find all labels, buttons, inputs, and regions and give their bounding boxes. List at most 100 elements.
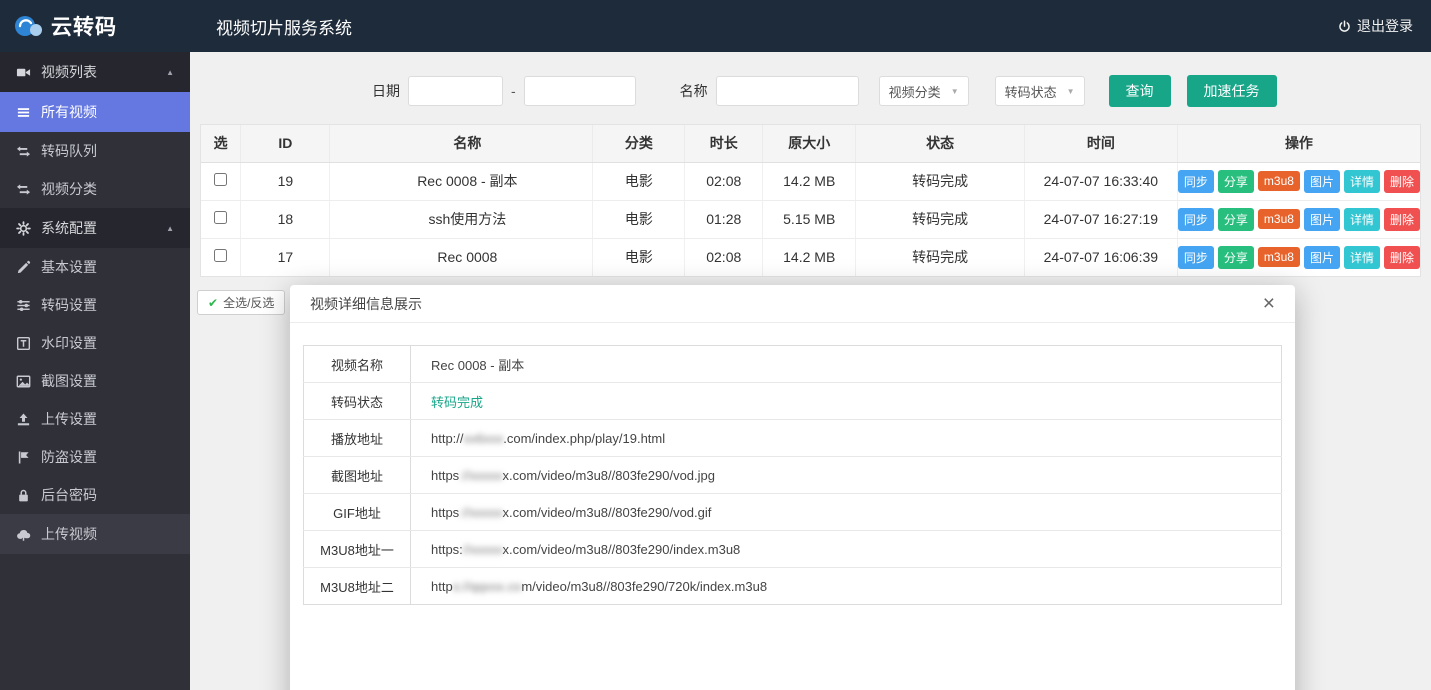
sidebar-item-label: 转码队列	[41, 143, 97, 159]
image-icon	[16, 374, 31, 389]
column-header: 分类	[592, 125, 686, 163]
sidebar-item-basic-settings[interactable]: 基本设置	[0, 248, 190, 286]
sidebar-item-admin-password[interactable]: 后台密码	[0, 476, 190, 514]
blurred-url-part: xx6xxx	[463, 430, 504, 446]
gear-icon	[16, 220, 31, 236]
sidebar-item-upload-video[interactable]: 上传视频	[0, 514, 190, 554]
table-row: 17 Rec 0008 电影 02:08 14.2 MB 转码完成 24-07-…	[201, 238, 1420, 276]
sync-button[interactable]: 同步	[1177, 245, 1214, 269]
app-title: 视频切片服务系统	[216, 18, 352, 38]
cell-duration: 01:28	[684, 200, 764, 239]
query-button[interactable]: 查询	[1108, 75, 1171, 107]
detail-row: 截图地址 https://xxxxxx.com/video/m3u8//803f…	[303, 456, 1282, 494]
cell-status: 转码完成	[855, 162, 1025, 201]
image-button[interactable]: 图片	[1303, 207, 1340, 231]
detail-value: 转码完成	[410, 382, 1282, 420]
blurred-url-part: ://xxxxx	[459, 467, 503, 483]
column-header: 时长	[684, 125, 764, 163]
delete-button[interactable]: 删除	[1383, 245, 1420, 269]
upload-icon	[16, 412, 31, 427]
list-icon	[16, 105, 31, 120]
detail-label: M3U8地址二	[303, 567, 411, 605]
sidebar-item-all-videos[interactable]: 所有视频	[0, 92, 190, 132]
detail-label: 视频名称	[303, 345, 411, 383]
chevron-down-icon: ▼	[950, 86, 959, 96]
detail-button[interactable]: 详情	[1343, 245, 1380, 269]
check-icon: ✔	[208, 295, 219, 310]
chevron-down-icon: ▼	[1066, 86, 1075, 96]
share-button[interactable]: 分享	[1217, 169, 1254, 193]
exchange-icon	[16, 144, 31, 159]
sidebar-item-transcode-queue[interactable]: 转码队列	[0, 132, 190, 170]
filter-bar: 日期 - 名称 视频分类 ▼ 转码状态 ▼ 查询 加速任务	[190, 52, 1431, 107]
sliders-icon	[16, 298, 31, 313]
m3u8-button[interactable]: m3u8	[1257, 171, 1300, 191]
sync-button[interactable]: 同步	[1177, 169, 1214, 193]
detail-button[interactable]: 详情	[1343, 169, 1380, 193]
row-checkbox[interactable]	[214, 173, 228, 186]
cell-size: 14.2 MB	[762, 238, 857, 276]
logo-text: 云转码	[51, 16, 117, 39]
detail-table: 视频名称 Rec 0008 - 副本 转码状态 转码完成 播放地址 http://x…	[303, 345, 1282, 605]
column-header: 状态	[855, 125, 1025, 163]
table-row: 18 ssh使用方法 电影 01:28 5.15 MB 转码完成 24-07-0…	[201, 200, 1420, 239]
close-icon[interactable]: ×	[1263, 293, 1275, 314]
status-select[interactable]: 转码状态 ▼	[994, 76, 1085, 106]
password-icon	[16, 488, 31, 503]
sidebar-item-system-config[interactable]: 系统配置 ▲	[0, 208, 190, 248]
modal-body: 视频名称 Rec 0008 - 副本 转码状态 转码完成 播放地址 http://x…	[290, 323, 1295, 627]
column-header: 选	[201, 125, 242, 163]
sync-button[interactable]: 同步	[1177, 207, 1214, 231]
sidebar-item-video-categories[interactable]: 视频分类	[0, 170, 190, 208]
sidebar-item-label: 视频分类	[41, 181, 97, 197]
sidebar-item-label: 基本设置	[41, 259, 97, 275]
watermark-icon	[16, 336, 31, 351]
share-button[interactable]: 分享	[1217, 207, 1254, 231]
name-search-input[interactable]	[715, 76, 859, 106]
select-all-button[interactable]: ✔ 全选/反选	[197, 290, 286, 315]
detail-label: 截图地址	[303, 456, 411, 494]
cell-status: 转码完成	[855, 200, 1025, 239]
detail-value: https://xxxxxx.com/video/m3u8//803fe290/…	[410, 530, 1282, 568]
detail-row: M3U8地址二 https://qqxxx.com/video/m3u8//80…	[303, 567, 1282, 605]
delete-button[interactable]: 删除	[1383, 169, 1420, 193]
accelerate-task-button[interactable]: 加速任务	[1186, 75, 1277, 107]
m3u8-button[interactable]: m3u8	[1257, 209, 1300, 229]
sidebar-item-label: 后台密码	[41, 487, 97, 503]
delete-button[interactable]: 删除	[1383, 207, 1420, 231]
row-checkbox[interactable]	[214, 249, 228, 263]
column-header: ID	[240, 125, 331, 163]
cell-time: 24-07-07 16:06:39	[1024, 238, 1178, 276]
logout-button[interactable]: 退出登录	[1338, 16, 1431, 36]
sidebar-item-video-list[interactable]: 视频列表 ▲	[0, 52, 190, 92]
sidebar-item-upload-settings[interactable]: 上传设置	[0, 400, 190, 438]
column-header: 操作	[1177, 125, 1420, 163]
cell-id: 18	[240, 200, 331, 239]
image-button[interactable]: 图片	[1303, 169, 1340, 193]
detail-row: 视频名称 Rec 0008 - 副本	[303, 345, 1282, 383]
detail-label: GIF地址	[303, 493, 411, 531]
sidebar-item-label: 水印设置	[41, 335, 97, 351]
image-button[interactable]: 图片	[1303, 245, 1340, 269]
sidebar-item-transcode-settings[interactable]: 转码设置	[0, 286, 190, 324]
column-header: 时间	[1024, 125, 1178, 163]
category-select[interactable]: 视频分类 ▼	[878, 76, 969, 106]
sidebar-item-label: 系统配置	[41, 220, 97, 236]
detail-value: http://xx6xxx.com/index.php/play/19.html	[410, 419, 1282, 457]
date-from-input[interactable]	[408, 76, 503, 106]
row-checkbox[interactable]	[214, 211, 228, 224]
cell-size: 14.2 MB	[762, 162, 857, 201]
sidebar-item-watermark-settings[interactable]: 水印设置	[0, 324, 190, 362]
detail-button[interactable]: 详情	[1343, 207, 1380, 231]
chevron-up-icon: ▲	[166, 67, 174, 77]
cell-category: 电影	[592, 200, 686, 239]
sidebar-item-screenshot-settings[interactable]: 截图设置	[0, 362, 190, 400]
sidebar-item-antitheft-settings[interactable]: 防盗设置	[0, 438, 190, 476]
cell-duration: 02:08	[684, 238, 764, 276]
date-to-input[interactable]	[523, 76, 636, 106]
m3u8-button[interactable]: m3u8	[1257, 247, 1300, 268]
cloud-upload-icon	[16, 527, 31, 542]
sidebar-item-label: 上传视频	[41, 526, 97, 542]
share-button[interactable]: 分享	[1217, 245, 1254, 269]
cell-time: 24-07-07 16:27:19	[1024, 200, 1178, 239]
